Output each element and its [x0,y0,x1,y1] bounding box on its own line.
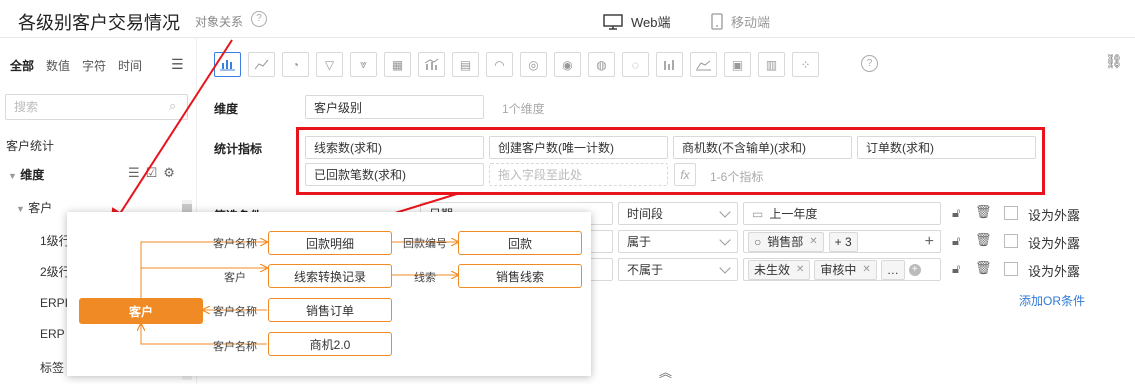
edge-label: 线索 [414,272,436,284]
relation-node[interactable]: 商机2.0 [268,332,392,356]
edge-label: 客户名称 [213,238,257,250]
node-label: 回款明细 [305,236,354,251]
edge-label: 客户 [224,272,246,284]
relation-node[interactable]: 回款 [458,231,582,255]
edge-label: 客户名称 [213,306,257,318]
edge-label: 回款编号 [403,238,447,250]
node-label: 回款 [507,236,532,251]
edge-label: 客户名称 [213,341,257,353]
relation-node[interactable]: 回款明细 [268,231,392,255]
annotation-arrow [109,39,233,230]
node-label: 商机2.0 [309,337,351,352]
node-label: 客户 [128,304,153,319]
relation-node[interactable]: 销售订单 [268,298,392,322]
object-relation-popup: 客户 回款明细 回款 线索转换记录 销售线索 销售订单 商机2.0 客户名称 回… [67,212,591,376]
node-label: 销售线索 [495,269,544,284]
node-label: 线索转换记录 [293,269,366,284]
relation-node-customer[interactable]: 客户 [79,298,203,324]
relation-node[interactable]: 销售线索 [458,264,582,288]
relation-node[interactable]: 线索转换记录 [268,264,392,288]
node-label: 销售订单 [305,303,354,318]
